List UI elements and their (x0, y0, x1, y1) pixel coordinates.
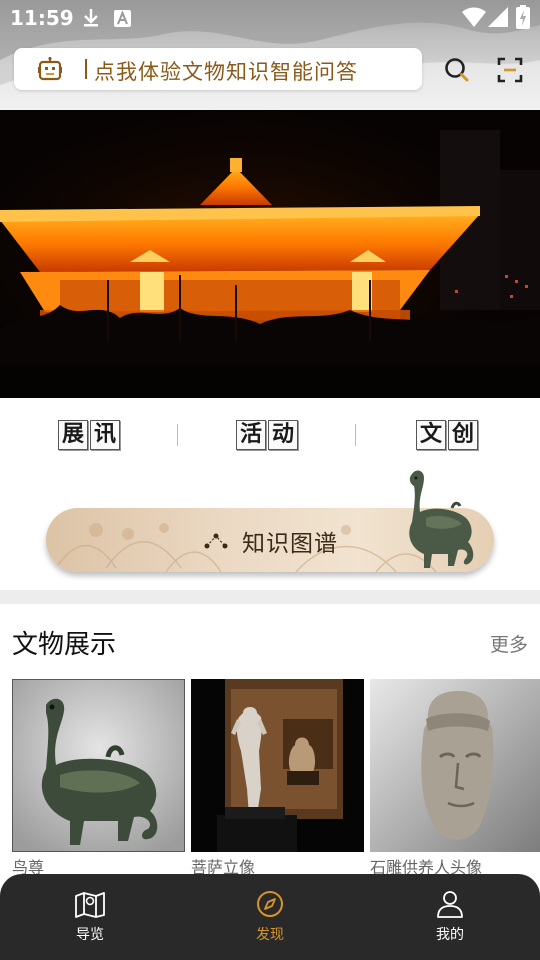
relic-image (191, 679, 364, 852)
quick-link-char: 创 (448, 420, 478, 450)
bodhisattva-standing-statue-image (191, 679, 364, 852)
more-link[interactable]: 更多 (490, 630, 528, 657)
nav-tab-discover[interactable]: 发现 (230, 890, 310, 944)
knowledge-graph-icon (204, 533, 228, 549)
bronze-bird-zun-image (12, 679, 185, 852)
quick-link-divider (177, 424, 178, 446)
quick-link-char: 活 (236, 420, 266, 450)
relic-card[interactable]: 石雕供养人头像 (370, 679, 540, 878)
quick-link-char: 动 (268, 420, 298, 450)
relic-image (370, 679, 540, 852)
status-bar: 11:59 (0, 0, 540, 36)
battery-charging-icon (516, 5, 530, 29)
app-header: 11:59 点我体验文物知识智能问答 (0, 0, 540, 110)
status-time: 11:59 (10, 6, 74, 30)
bottom-navigation: 导览 发现 我的 (0, 874, 540, 960)
quick-link-exhibition-news[interactable]: 展 讯 (58, 420, 120, 450)
quick-link-activities[interactable]: 活 动 (236, 420, 298, 450)
relic-card[interactable]: 菩萨立像 (191, 679, 364, 878)
quick-link-char: 文 (416, 420, 446, 450)
nav-tab-label: 发现 (256, 927, 284, 943)
robot-icon (38, 57, 62, 81)
quick-link-char: 展 (58, 420, 88, 450)
nav-tab-mine[interactable]: 我的 (410, 890, 490, 944)
nav-tab-guide[interactable]: 导览 (50, 890, 130, 944)
compass-icon (257, 891, 283, 917)
bronze-bird-vessel-image (409, 470, 474, 568)
museum-building-night-photo (0, 110, 540, 398)
wifi-icon (462, 7, 486, 27)
cellular-signal-icon (488, 7, 508, 27)
quick-link-char: 讯 (90, 420, 120, 450)
stone-donor-head-image (370, 679, 540, 852)
museum-banner[interactable] (0, 110, 540, 398)
section-title: 文物展示 (12, 630, 117, 660)
search-placeholder: 点我体验文物知识智能问答 (94, 60, 358, 84)
download-icon (84, 9, 98, 27)
quick-link-divider (355, 424, 356, 446)
knowledge-graph-label: 知识图谱 (242, 531, 338, 557)
quick-link-cultural-creations[interactable]: 文 创 (416, 420, 478, 450)
search-icon[interactable] (442, 55, 472, 85)
relic-card[interactable]: 鸟尊 (12, 679, 185, 878)
notification-a-icon (114, 10, 131, 27)
relic-image (12, 679, 185, 852)
ai-qa-search-bar[interactable]: 点我体验文物知识智能问答 (14, 48, 422, 90)
search-divider (85, 59, 87, 79)
map-icon (75, 892, 105, 918)
scan-icon[interactable] (495, 55, 525, 85)
nav-tab-label: 我的 (436, 927, 464, 943)
user-icon (437, 891, 463, 918)
nav-tab-label: 导览 (76, 927, 104, 943)
